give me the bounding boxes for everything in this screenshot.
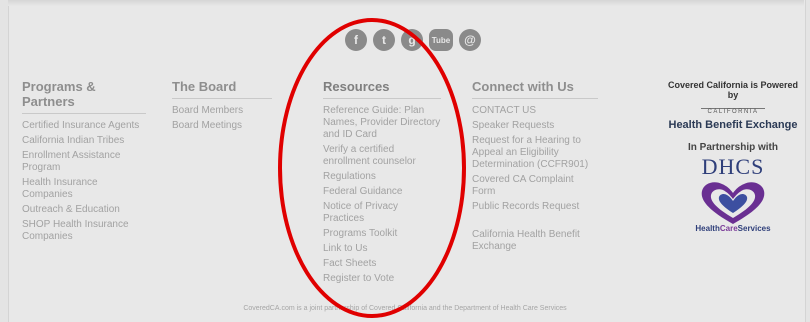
- link-regulations[interactable]: Regulations: [323, 171, 441, 183]
- connect-column: Connect with Us CONTACT US Speaker Reque…: [472, 79, 598, 256]
- resources-heading: Resources: [323, 79, 441, 99]
- partnership-text: In Partnership with: [687, 142, 778, 153]
- link-register-to-vote[interactable]: Register to Vote: [323, 273, 441, 285]
- link-indian-tribes[interactable]: California Indian Tribes: [22, 135, 146, 147]
- link-public-records[interactable]: Public Records Request: [472, 201, 598, 213]
- resources-column: Resources Reference Guide: Plan Names, P…: [323, 79, 441, 288]
- hcs-health-text: Health: [695, 224, 720, 233]
- footer-disclaimer: CoveredCA.com is a joint partnership of …: [243, 305, 567, 312]
- health-benefit-exchange-logo[interactable]: Health Benefit Exchange: [662, 119, 804, 131]
- link-board-meetings[interactable]: Board Meetings: [172, 120, 272, 132]
- programs-partners-column: Programs & Partners Certified Insurance …: [22, 79, 146, 246]
- link-outreach-education[interactable]: Outreach & Education: [22, 204, 146, 216]
- link-hearing-request[interactable]: Request for a Hearing to Appeal an Eligi…: [472, 135, 598, 171]
- link-enrollment-assistance[interactable]: Enrollment Assistance Program: [22, 150, 146, 174]
- google-plus-icon[interactable]: g: [401, 29, 423, 51]
- hcs-care-text: Care: [719, 224, 738, 233]
- facebook-icon[interactable]: f: [345, 29, 367, 51]
- link-link-to-us[interactable]: Link to Us: [323, 243, 441, 255]
- california-label: CALIFORNIA: [701, 108, 765, 115]
- link-contact-us[interactable]: CONTACT US: [472, 105, 598, 117]
- dhcs-heart-logo[interactable]: [698, 180, 768, 226]
- link-speaker-requests[interactable]: Speaker Requests: [472, 120, 598, 132]
- instagram-icon[interactable]: @: [459, 29, 481, 51]
- link-federal-guidance[interactable]: Federal Guidance: [323, 186, 441, 198]
- link-verify-counselor[interactable]: Verify a certified enrollment counselor: [323, 144, 441, 168]
- twitter-icon[interactable]: t: [373, 29, 395, 51]
- hcs-services-text: Services: [737, 224, 771, 233]
- link-health-insurance-companies[interactable]: Health Insurance Companies: [22, 177, 146, 201]
- link-shop-companies[interactable]: SHOP Health Insurance Companies: [22, 219, 146, 243]
- link-programs-toolkit[interactable]: Programs Toolkit: [323, 228, 441, 240]
- board-column: The Board Board Members Board Meetings: [172, 79, 272, 135]
- link-benefit-exchange[interactable]: California Health Benefit Exchange: [472, 229, 598, 253]
- programs-heading: Programs & Partners: [22, 79, 146, 114]
- link-privacy-notice[interactable]: Notice of Privacy Practices: [323, 201, 441, 225]
- social-icons: f t g Tube @: [345, 29, 481, 51]
- dhcs-logo-text[interactable]: DHCS: [662, 154, 804, 180]
- link-board-members[interactable]: Board Members: [172, 105, 272, 117]
- healthcare-services-label: HealthCareServices: [662, 224, 804, 233]
- link-certified-agents[interactable]: Certified Insurance Agents: [22, 120, 146, 132]
- footer-top-shadow: [8, 0, 804, 6]
- powered-by-text: Covered California is Powered by: [667, 80, 799, 100]
- connect-heading: Connect with Us: [472, 79, 598, 99]
- board-heading: The Board: [172, 79, 272, 99]
- youtube-icon[interactable]: Tube: [429, 29, 453, 51]
- link-reference-guide[interactable]: Reference Guide: Plan Names, Provider Di…: [323, 105, 441, 141]
- link-complaint-form[interactable]: Covered CA Complaint Form: [472, 174, 598, 198]
- link-fact-sheets[interactable]: Fact Sheets: [323, 258, 441, 270]
- powered-by-block: Covered California is Powered by CALIFOR…: [662, 80, 804, 233]
